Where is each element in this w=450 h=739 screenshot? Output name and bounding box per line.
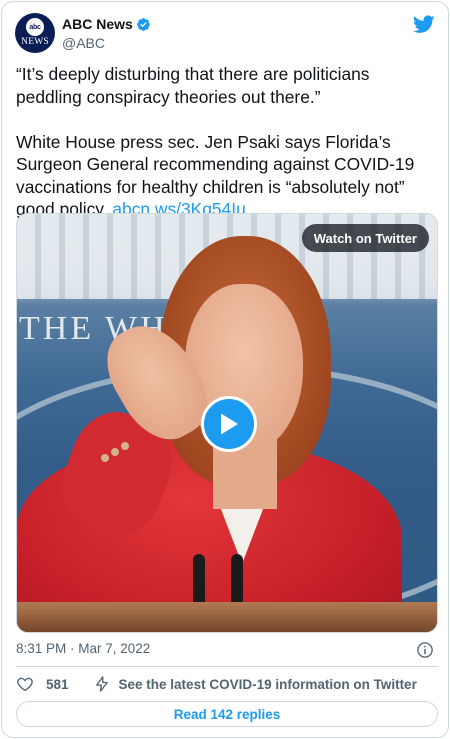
covid-info-link[interactable]: See the latest COVID-19 information on T… [119, 677, 417, 692]
tweet-timestamp[interactable]: 8:31 PM · Mar 7, 2022 [16, 641, 150, 656]
divider [16, 666, 438, 667]
like-count[interactable]: 581 [46, 677, 69, 692]
twitter-bird-icon[interactable] [413, 13, 435, 35]
avatar-news-text: NEWS [21, 37, 49, 47]
tweet-actions: 581 See the latest COVID-19 information … [16, 673, 438, 695]
author-display-name[interactable]: ABC News [62, 16, 133, 32]
tweet-header: abc NEWS ABC News @ABC [15, 13, 439, 53]
jacket-cuff-buttons [101, 434, 141, 474]
watch-on-twitter-button[interactable]: Watch on Twitter [301, 224, 429, 252]
play-icon [221, 413, 238, 435]
video-media[interactable]: THE WH OUSE Watch on Twitter [16, 213, 438, 633]
play-button[interactable] [201, 396, 257, 452]
bolt-icon [95, 676, 108, 692]
tweet-text: “It’s deeply disturbing that there are p… [16, 63, 440, 221]
tweet-quote: “It’s deeply disturbing that there are p… [16, 64, 370, 107]
podium [17, 602, 437, 632]
tweet-card: abc NEWS ABC News @ABC “It’s deeply dist… [1, 1, 449, 738]
avatar[interactable]: abc NEWS [15, 13, 55, 53]
author-handle[interactable]: @ABC [62, 35, 105, 51]
verified-badge-icon [136, 17, 150, 31]
heart-icon[interactable] [16, 675, 34, 693]
read-replies-button[interactable]: Read 142 replies [16, 701, 438, 727]
author-name-row[interactable]: ABC News [62, 16, 151, 32]
avatar-abc-text: abc [26, 18, 44, 36]
info-icon[interactable] [416, 641, 434, 659]
